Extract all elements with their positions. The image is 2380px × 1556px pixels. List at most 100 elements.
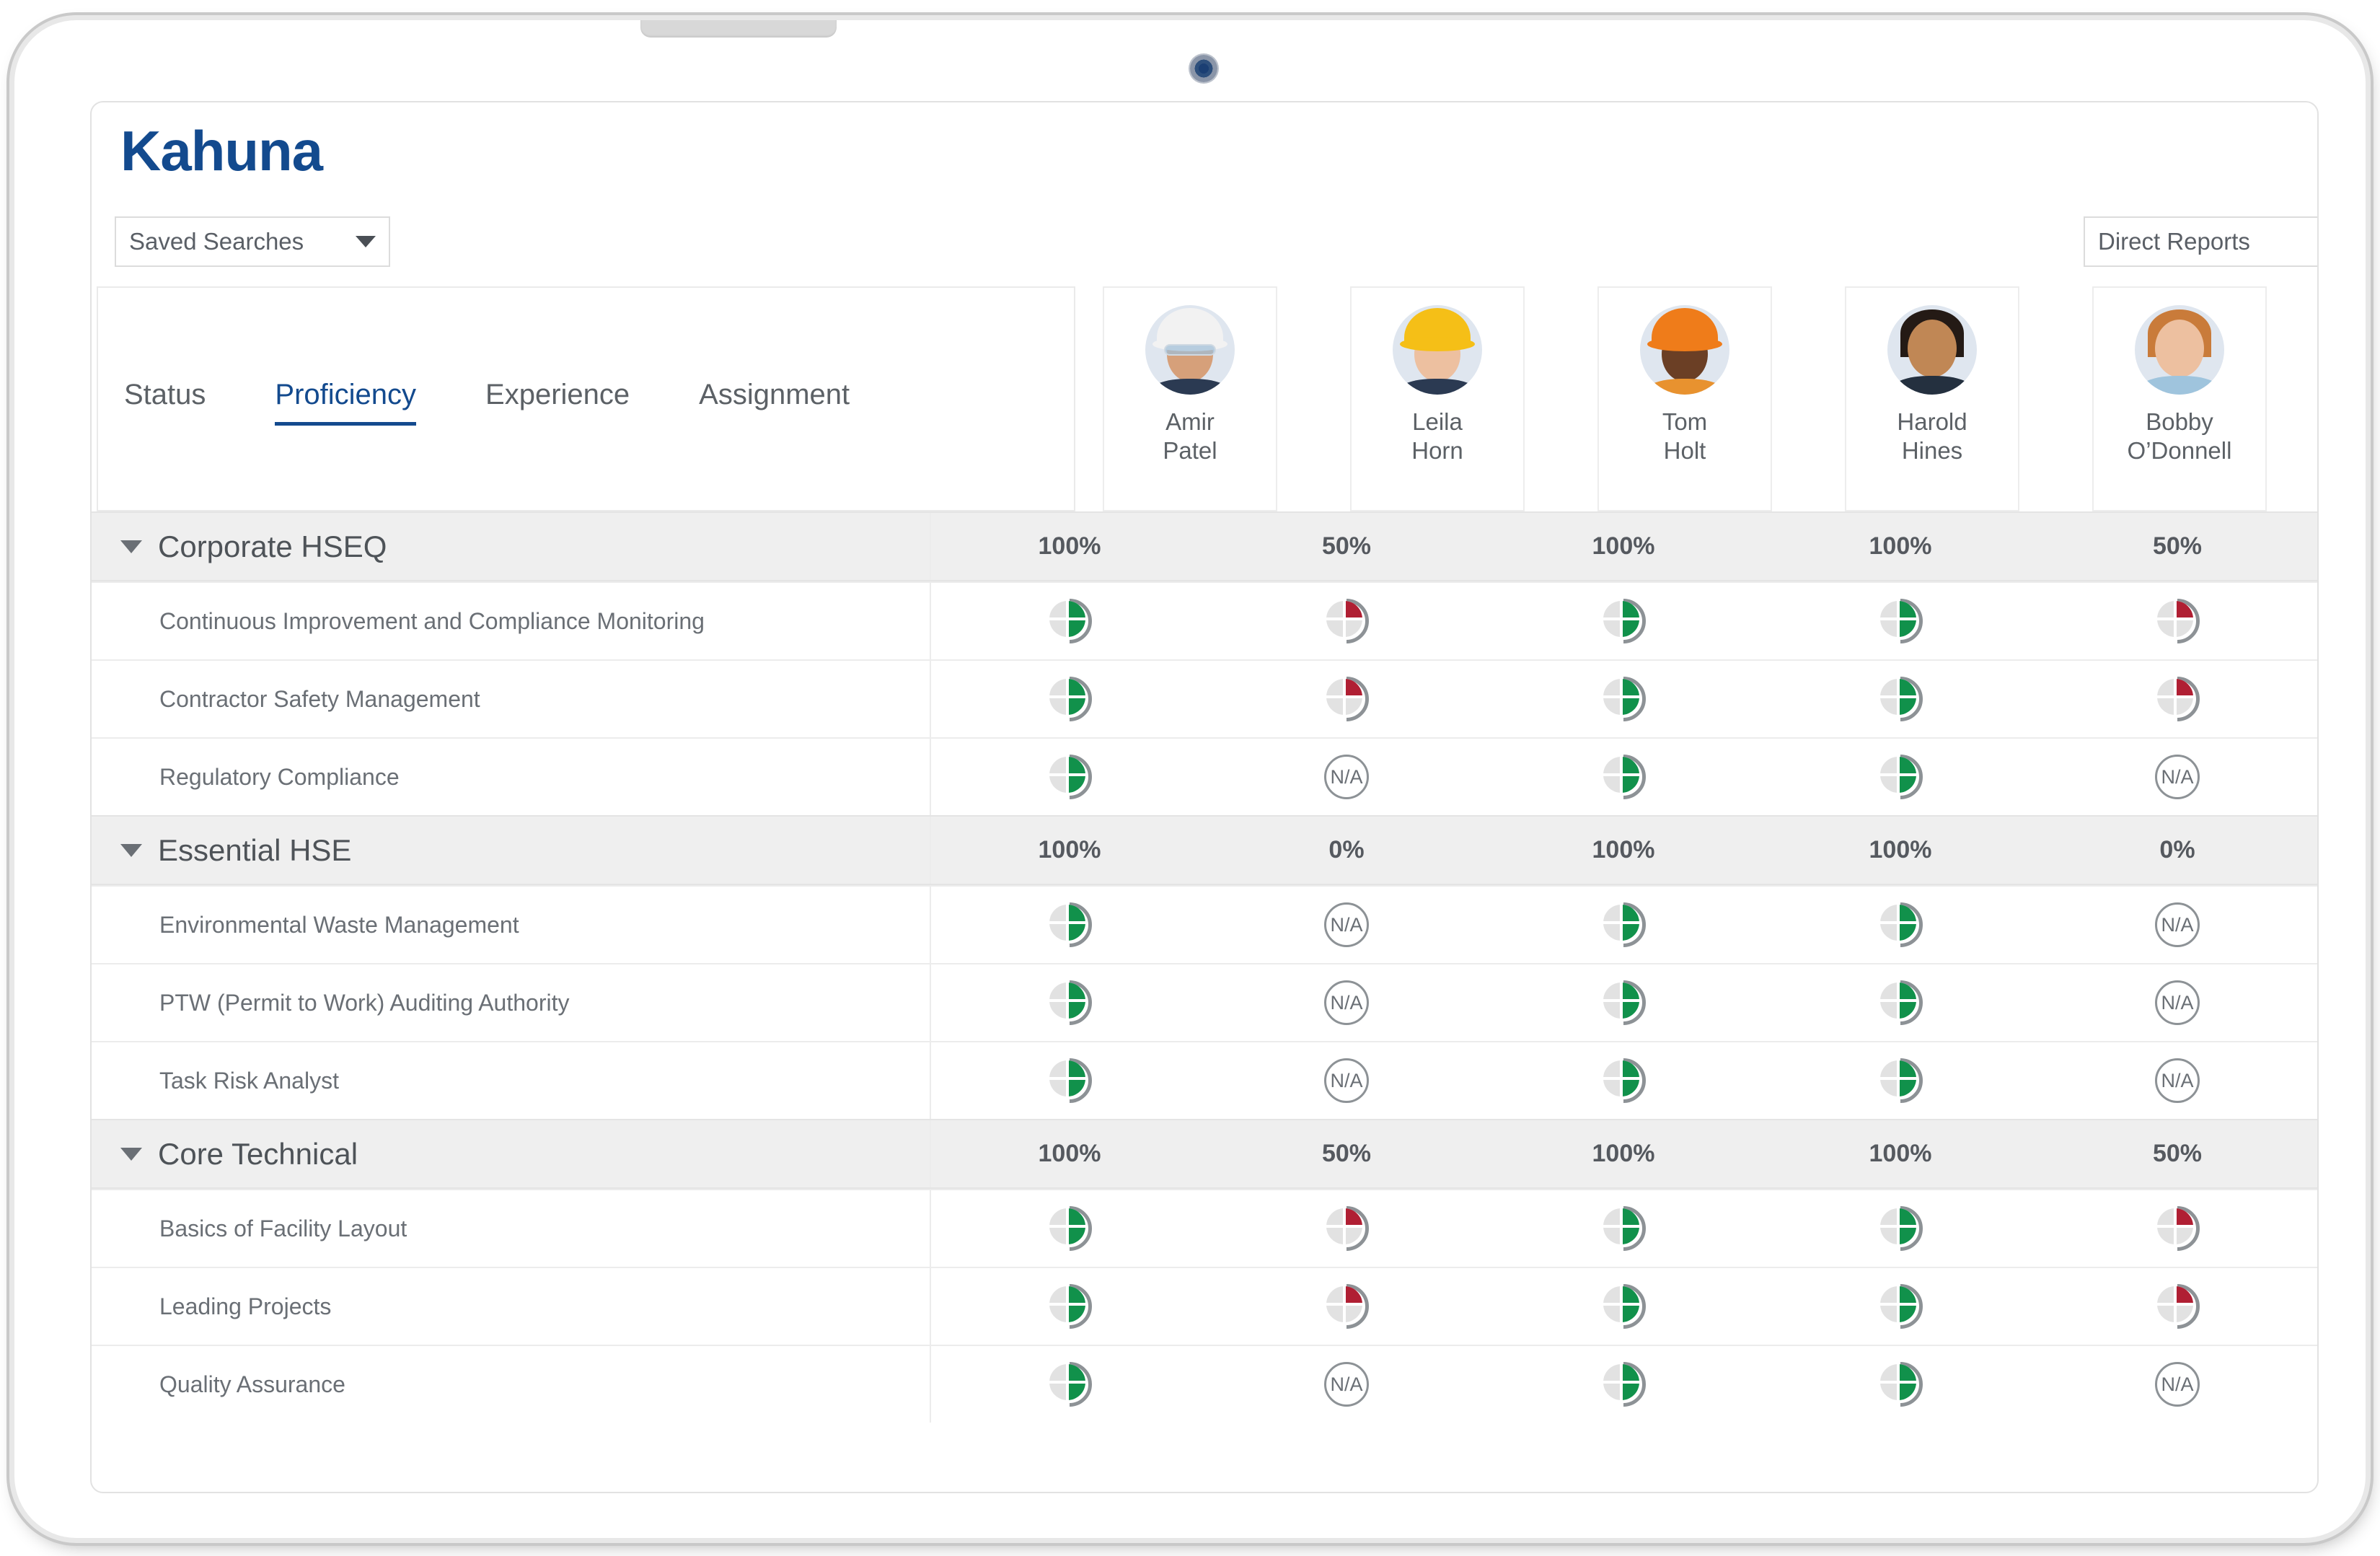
proficiency-cell[interactable] [931, 1042, 1208, 1119]
proficiency-cell[interactable] [1485, 1346, 1762, 1423]
proficiency-cell[interactable] [931, 1346, 1208, 1423]
group-row[interactable]: Corporate HSEQ 100% 50% 100% 100% 50% [92, 511, 2317, 581]
proficiency-cell[interactable] [931, 887, 1208, 963]
tab-status[interactable]: Status [124, 379, 206, 420]
proficiency-cell[interactable] [931, 964, 1208, 1041]
proficiency-cell[interactable]: N/A [1208, 964, 1485, 1041]
proficiency-cell[interactable] [1485, 1268, 1762, 1345]
proficiency-cell[interactable] [931, 1190, 1208, 1267]
person-card-amir[interactable]: Amir Patel [1103, 286, 1277, 511]
table-row[interactable]: Leading Projects [92, 1267, 2317, 1345]
proficiency-cell[interactable]: N/A [1208, 739, 1485, 815]
red-quadrant-indicator-icon [1324, 1284, 1369, 1329]
green-quadrant-indicator-icon [1601, 599, 1646, 643]
person-card-harold[interactable]: Harold Hines [1845, 286, 2019, 511]
proficiency-cell[interactable] [931, 1268, 1208, 1345]
person-card-bobby[interactable]: Bobby O’Donnell [2092, 286, 2267, 511]
skill-label-cell: Leading Projects [92, 1268, 931, 1345]
proficiency-cell[interactable] [1762, 1190, 2039, 1267]
tab-proficiency[interactable]: Proficiency [275, 379, 416, 426]
direct-reports-dropdown[interactable]: Direct Reports [2084, 216, 2317, 267]
avatar [1887, 305, 1977, 395]
chevron-down-icon[interactable] [120, 843, 142, 857]
percent-value: 100% [1869, 532, 1932, 560]
proficiency-cell[interactable] [1762, 1042, 2039, 1119]
green-quadrant-indicator-icon [1047, 599, 1092, 643]
proficiency-cell[interactable] [1485, 661, 1762, 737]
avatar [1640, 305, 1729, 395]
proficiency-cell[interactable] [1762, 739, 2039, 815]
chevron-down-icon[interactable] [120, 540, 142, 553]
proficiency-cell[interactable]: N/A [2039, 1042, 2316, 1119]
table-row[interactable]: Task Risk Analyst N/A N/A [92, 1041, 2317, 1119]
group-row[interactable]: Core Technical 100% 50% 100% 100% 50% [92, 1119, 2317, 1189]
proficiency-cell[interactable] [931, 739, 1208, 815]
group-label-cell[interactable]: Core Technical [92, 1120, 931, 1187]
table-row[interactable]: PTW (Permit to Work) Auditing Authority N… [92, 963, 2317, 1041]
group-percent-cell: 100% [931, 513, 1208, 580]
percent-value: 100% [1038, 836, 1101, 863]
proficiency-cell[interactable] [1485, 1042, 1762, 1119]
proficiency-cell[interactable] [1762, 964, 2039, 1041]
proficiency-cell[interactable]: N/A [1208, 1346, 1485, 1423]
tab-experience[interactable]: Experience [485, 379, 630, 420]
proficiency-cell[interactable] [1208, 1268, 1485, 1345]
proficiency-cell[interactable] [1762, 887, 2039, 963]
saved-searches-dropdown[interactable]: Saved Searches [115, 216, 390, 267]
saved-searches-label: Saved Searches [129, 228, 304, 255]
avatar [2135, 305, 2224, 395]
person-card-tom[interactable]: Tom Holt [1597, 286, 1772, 511]
red-quadrant-indicator-icon [2155, 1206, 2200, 1251]
group-label-cell[interactable]: Corporate HSEQ [92, 513, 931, 580]
proficiency-cell[interactable]: N/A [2039, 1346, 2316, 1423]
chevron-down-icon[interactable] [120, 1147, 142, 1161]
green-quadrant-indicator-icon [1878, 1058, 1923, 1103]
na-indicator-icon: N/A [1324, 1362, 1369, 1407]
proficiency-cell[interactable]: N/A [2039, 964, 2316, 1041]
tab-assignment[interactable]: Assignment [699, 379, 850, 420]
group-row[interactable]: Essential HSE 100% 0% 100% 100% 0% [92, 815, 2317, 885]
proficiency-cell[interactable] [1208, 583, 1485, 659]
table-row[interactable]: Regulatory Compliance N/A N/A [92, 737, 2317, 815]
green-quadrant-indicator-icon [1601, 980, 1646, 1025]
proficiency-cell[interactable] [1485, 1190, 1762, 1267]
green-quadrant-indicator-icon [1601, 755, 1646, 799]
group-percent-cell: 100% [1485, 1120, 1762, 1187]
green-quadrant-indicator-icon [1878, 980, 1923, 1025]
proficiency-cell[interactable] [1485, 887, 1762, 963]
table-row[interactable]: Contractor Safety Management [92, 659, 2317, 737]
proficiency-cell[interactable] [2039, 583, 2316, 659]
proficiency-cell[interactable]: N/A [1208, 887, 1485, 963]
table-row[interactable]: Environmental Waste Management N/A N/A [92, 885, 2317, 963]
table-row[interactable]: Basics of Facility Layout [92, 1189, 2317, 1267]
percent-value: 100% [1038, 1140, 1101, 1167]
proficiency-cell[interactable] [1762, 661, 2039, 737]
proficiency-cell[interactable] [2039, 1190, 2316, 1267]
proficiency-cell[interactable]: N/A [1208, 1042, 1485, 1119]
table-row[interactable]: Quality Assurance N/A N/A [92, 1345, 2317, 1423]
table-row[interactable]: Continuous Improvement and Compliance Mo… [92, 581, 2317, 659]
group-percent-cell: 50% [2039, 513, 2316, 580]
proficiency-cell[interactable] [1485, 739, 1762, 815]
proficiency-cell[interactable]: N/A [2039, 739, 2316, 815]
group-label-cell[interactable]: Essential HSE [92, 817, 931, 884]
proficiency-cell[interactable] [1485, 583, 1762, 659]
person-name: Harold Hines [1897, 408, 1967, 465]
group-title: Core Technical [158, 1136, 358, 1171]
app-window: Kahuna Saved Searches Direct Reports Sta… [90, 101, 2319, 1493]
na-indicator-icon: N/A [2155, 1362, 2200, 1407]
proficiency-cell[interactable]: N/A [2039, 887, 2316, 963]
percent-value: 0% [2159, 836, 2195, 863]
proficiency-cell[interactable] [931, 583, 1208, 659]
na-indicator-icon: N/A [1324, 755, 1369, 799]
proficiency-cell[interactable] [1208, 1190, 1485, 1267]
person-card-leila[interactable]: Leila Horn [1350, 286, 1525, 511]
proficiency-cell[interactable] [1762, 1346, 2039, 1423]
proficiency-cell[interactable] [1485, 964, 1762, 1041]
proficiency-cell[interactable] [2039, 661, 2316, 737]
proficiency-cell[interactable] [1208, 661, 1485, 737]
proficiency-cell[interactable] [931, 661, 1208, 737]
proficiency-cell[interactable] [2039, 1268, 2316, 1345]
proficiency-cell[interactable] [1762, 583, 2039, 659]
proficiency-cell[interactable] [1762, 1268, 2039, 1345]
